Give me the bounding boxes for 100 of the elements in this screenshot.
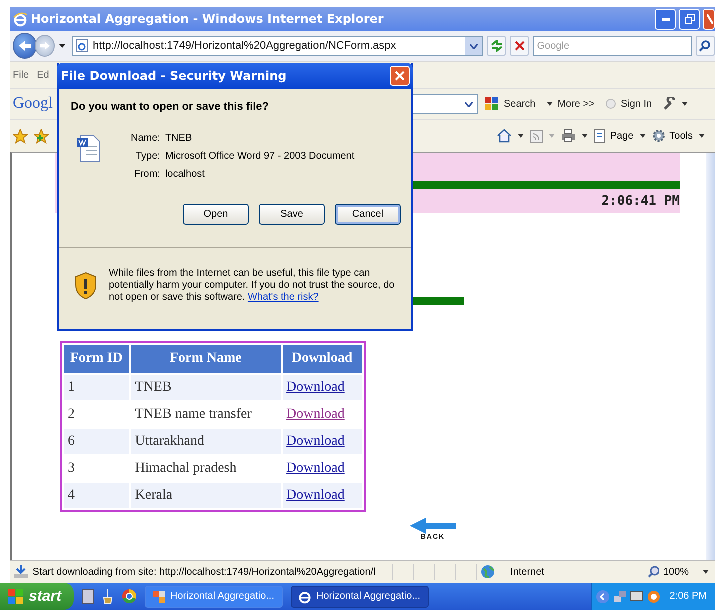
puzzle-icon	[152, 590, 166, 604]
minimize-button[interactable]	[655, 8, 676, 30]
dialog-title: File Download - Security Warning	[61, 69, 287, 83]
forward-button[interactable]	[34, 35, 55, 57]
caret-icon[interactable]	[640, 134, 646, 138]
field-value: localhost	[165, 169, 206, 180]
toolbar-item[interactable]: More >>	[558, 98, 595, 110]
menu-item[interactable]: Ed	[37, 70, 50, 80]
minimize-icon	[662, 18, 670, 20]
command-button[interactable]: Page	[610, 130, 634, 142]
caret-icon[interactable]	[582, 134, 588, 138]
field-label: From:	[133, 169, 160, 180]
wrench-icon[interactable]	[663, 97, 678, 111]
menu-item[interactable]: File	[13, 70, 30, 80]
table-cell-text: TNEB name transfer	[134, 406, 253, 424]
download-icon	[13, 565, 29, 579]
back-button[interactable]	[13, 33, 37, 59]
restore-button[interactable]	[679, 8, 700, 30]
dialog-button[interactable]: Open	[183, 204, 249, 225]
word-document-icon	[77, 135, 101, 163]
column-header: Form Name	[131, 345, 281, 373]
star-plus-icon[interactable]	[34, 128, 49, 144]
refresh-button[interactable]	[487, 36, 506, 56]
document-icon[interactable]	[82, 589, 94, 604]
risk-link[interactable]: What's the risk?	[248, 292, 319, 303]
zone-text: Internet	[510, 566, 546, 578]
field-value: Microsoft Office Word 97 - 2003 Document	[165, 151, 355, 162]
warning-text: While files from the Internet can be useful, this file type can potentially harm your computer. If you do not trust the source, do not open or save this software. What's the risk?	[109, 268, 396, 304]
clock-text: 2:06:41 PM	[602, 194, 680, 209]
caret-icon[interactable]	[682, 102, 688, 106]
dialog-question: Do you want to open or save this file?	[71, 101, 270, 113]
dropdown-button[interactable]	[465, 37, 482, 55]
zoom-icon[interactable]	[648, 566, 660, 578]
home-icon[interactable]	[497, 129, 512, 143]
toolbar-item[interactable]: Sign In	[620, 98, 652, 110]
arrow-left-icon[interactable]	[410, 518, 456, 534]
close-button[interactable]	[390, 66, 410, 86]
caret-icon[interactable]	[703, 570, 709, 574]
refresh-icon	[490, 40, 504, 52]
search-button[interactable]	[696, 36, 715, 56]
browser-circle-icon[interactable]	[122, 589, 137, 604]
dialog-button[interactable]: Save	[259, 204, 325, 225]
table-cell-text: 2	[67, 406, 76, 424]
chevron-down-icon[interactable]	[465, 102, 473, 106]
chevron-down-icon	[470, 44, 478, 48]
scrollbar[interactable]	[706, 153, 715, 560]
restore-icon	[684, 14, 694, 24]
ring-icon[interactable]	[646, 590, 661, 604]
printer-icon[interactable]	[561, 129, 576, 143]
clock: 2:06 PM	[670, 591, 707, 602]
gear-icon	[652, 129, 666, 143]
table-cell-text: Himachal pradesh	[134, 460, 238, 478]
toolbar-logo: Googl	[13, 95, 53, 113]
squares-icon	[485, 97, 499, 111]
circle-icon	[606, 99, 616, 109]
table-cell: TNEB	[131, 375, 281, 400]
arrow-right-icon	[38, 41, 51, 51]
star-icon[interactable]	[13, 128, 28, 144]
table-cell: 1	[64, 375, 130, 400]
arrow-left-icon	[18, 40, 32, 52]
window-title: Horizontal Aggregation - Windows Internet Explorer	[31, 12, 384, 26]
globe-icon	[480, 565, 495, 579]
page-icon	[594, 129, 606, 143]
field-label: Type:	[134, 151, 160, 162]
monitor-icon[interactable]	[630, 590, 644, 604]
search-field[interactable]: Google	[533, 36, 692, 56]
caret-icon[interactable]	[546, 102, 553, 106]
table-cell: 6	[64, 429, 130, 454]
page-icon	[76, 39, 90, 53]
caret-icon[interactable]	[699, 134, 705, 138]
caret-icon[interactable]	[518, 134, 524, 138]
column-header: Download	[282, 345, 362, 373]
command-button[interactable]: Tools	[670, 130, 693, 142]
browser-logo-icon	[13, 12, 28, 26]
table-cell: 4	[64, 483, 130, 508]
table-cell: Kerala	[131, 483, 281, 508]
dialog-button[interactable]: Cancel	[335, 204, 401, 225]
search-icon	[699, 40, 712, 52]
stop-button[interactable]	[510, 36, 530, 56]
table-cell: Uttarakhand	[131, 429, 281, 454]
toolbar-item[interactable]: Search	[504, 98, 536, 110]
caret-icon[interactable]	[58, 44, 66, 48]
chevron-left-icon[interactable]	[596, 590, 610, 604]
field-label: Name:	[131, 133, 160, 144]
close-button[interactable]	[703, 8, 715, 30]
column-header: Form ID	[64, 345, 130, 373]
shield-warning-icon	[75, 272, 97, 300]
taskbar-button[interactable]: Horizontal Aggregatio...	[144, 586, 283, 608]
address-field[interactable]: http://localhost:1749/Horizontal%20Aggregation/NCForm.aspx	[72, 36, 483, 56]
brush-icon[interactable]	[102, 589, 114, 604]
download-link[interactable]: Download	[286, 460, 345, 476]
table-cell-text: 3	[67, 460, 76, 478]
field-value: TNEB	[165, 133, 194, 144]
browser-logo-icon	[298, 590, 312, 604]
taskbar-button[interactable]: Horizontal Aggregatio...	[290, 586, 429, 608]
divider-bar	[411, 297, 464, 305]
status-text: Start downloading from site: http://localhost:1749/Horizontal%20Aggregation/l	[32, 566, 377, 578]
zoom-level[interactable]: 100%	[663, 566, 690, 578]
windows-logo-icon	[8, 589, 24, 604]
download-link[interactable]: Download	[286, 406, 345, 422]
